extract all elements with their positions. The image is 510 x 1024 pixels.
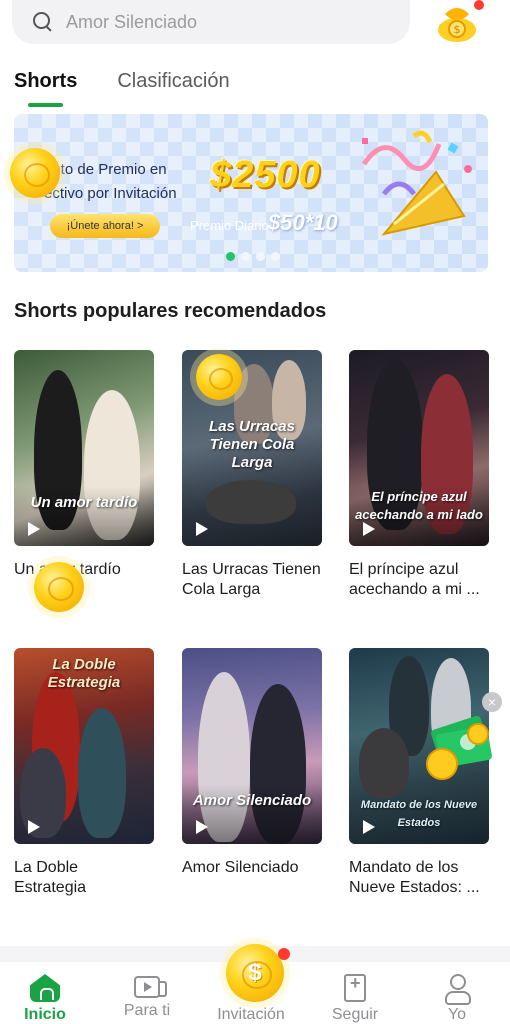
play-icon xyxy=(196,820,208,834)
cash-reward-icon[interactable] xyxy=(420,712,496,784)
banner-line-1: ento de Premio en xyxy=(44,161,167,178)
carousel-dot[interactable] xyxy=(271,252,280,261)
daily-prize-label: Premio Diario xyxy=(190,218,269,233)
banner-text: ento de Premio en ectivo por Invitación xyxy=(44,158,204,206)
notification-dot xyxy=(278,948,290,960)
nav-label: Inicio xyxy=(24,1006,66,1023)
svg-text:$: $ xyxy=(454,23,461,36)
nav-item-inicio[interactable]: Inicio xyxy=(0,962,90,1024)
tab-clasificacion[interactable]: Clasificación xyxy=(117,70,229,107)
video-icon xyxy=(134,976,167,998)
search-placeholder: Amor Silenciado xyxy=(66,11,198,32)
carousel-dot[interactable] xyxy=(226,252,235,261)
coin-icon[interactable]: $ xyxy=(226,944,284,1002)
carousel-dot[interactable] xyxy=(241,252,250,261)
play-icon xyxy=(363,522,375,536)
play-icon xyxy=(28,522,40,536)
floating-coin-icon[interactable] xyxy=(196,354,242,400)
nav-label: Yo xyxy=(447,1006,467,1023)
poster-title: Las Urracas Tienen Cola Larga xyxy=(209,418,295,471)
short-poster[interactable]: El príncipe azul acechando a mi lado xyxy=(349,350,489,546)
nav-item-yo[interactable]: Yo xyxy=(412,962,502,1024)
short-card[interactable]: Un amor tardío Un amor tardío xyxy=(14,350,154,600)
carousel-indicator xyxy=(226,252,280,261)
short-title[interactable]: El príncipe azul acechando a mi ... xyxy=(349,560,489,600)
join-now-button[interactable]: ¡Únete ahora! > xyxy=(50,214,160,238)
banner-amount: $2500 xyxy=(210,154,321,196)
short-poster[interactable]: La Doble Estrategia xyxy=(14,648,154,844)
search-icon xyxy=(32,11,54,33)
notification-dot xyxy=(474,0,484,10)
short-poster[interactable]: Amor Silenciado xyxy=(182,648,322,844)
play-icon xyxy=(363,820,375,834)
tab-shorts[interactable]: Shorts xyxy=(14,70,77,107)
short-title[interactable]: Mandato de los Nueve Estados: ... xyxy=(349,858,489,898)
short-title[interactable]: Amor Silenciado xyxy=(182,858,322,898)
short-poster[interactable]: Un amor tardío xyxy=(14,350,154,546)
money-bag-button[interactable]: $ xyxy=(430,0,484,44)
floating-coin-icon[interactable] xyxy=(34,562,84,612)
play-icon xyxy=(196,522,208,536)
nav-label: Seguir xyxy=(331,1006,379,1023)
user-icon xyxy=(442,974,472,1005)
nav-item-para-ti[interactable]: Para ti xyxy=(102,962,192,1020)
section-title: Shorts populares recomendados xyxy=(14,300,327,322)
daily-prize-value: $50*10 xyxy=(268,210,338,235)
nav-item-seguir[interactable]: Seguir xyxy=(310,962,400,1024)
search-bar[interactable]: Amor Silenciado xyxy=(12,0,410,44)
short-card[interactable]: Amor Silenciado Amor Silenciado xyxy=(182,648,322,898)
poster-title: La Doble Estrategia xyxy=(47,656,121,691)
short-card[interactable]: La Doble Estrategia La Doble Estrategia xyxy=(14,648,154,898)
short-title[interactable]: Las Urracas Tienen Cola Larga xyxy=(182,560,322,600)
banner-line-2: ectivo por Invitación xyxy=(44,185,177,202)
promo-banner[interactable]: ento de Premio en ectivo por Invitación … xyxy=(14,114,488,272)
nav-label: Para ti xyxy=(123,1002,171,1019)
floating-coin-icon[interactable] xyxy=(10,148,60,198)
close-icon[interactable]: × xyxy=(482,692,502,712)
nav-label: Invitación xyxy=(217,1006,285,1023)
short-card[interactable]: El príncipe azul acechando a mi lado El … xyxy=(349,350,489,600)
top-tabs: Shorts Clasificación xyxy=(14,70,230,107)
poster-title: Un amor tardío xyxy=(30,494,138,511)
poster-title: Amor Silenciado xyxy=(192,792,312,809)
carousel-dot[interactable] xyxy=(256,252,265,261)
short-title[interactable]: La Doble Estrategia xyxy=(14,858,154,898)
bookmark-add-icon xyxy=(344,973,366,1002)
home-icon xyxy=(30,974,60,1002)
poster-title: El príncipe azul acechando a mi lado xyxy=(355,489,483,522)
play-icon xyxy=(28,820,40,834)
party-popper-icon xyxy=(361,130,472,236)
